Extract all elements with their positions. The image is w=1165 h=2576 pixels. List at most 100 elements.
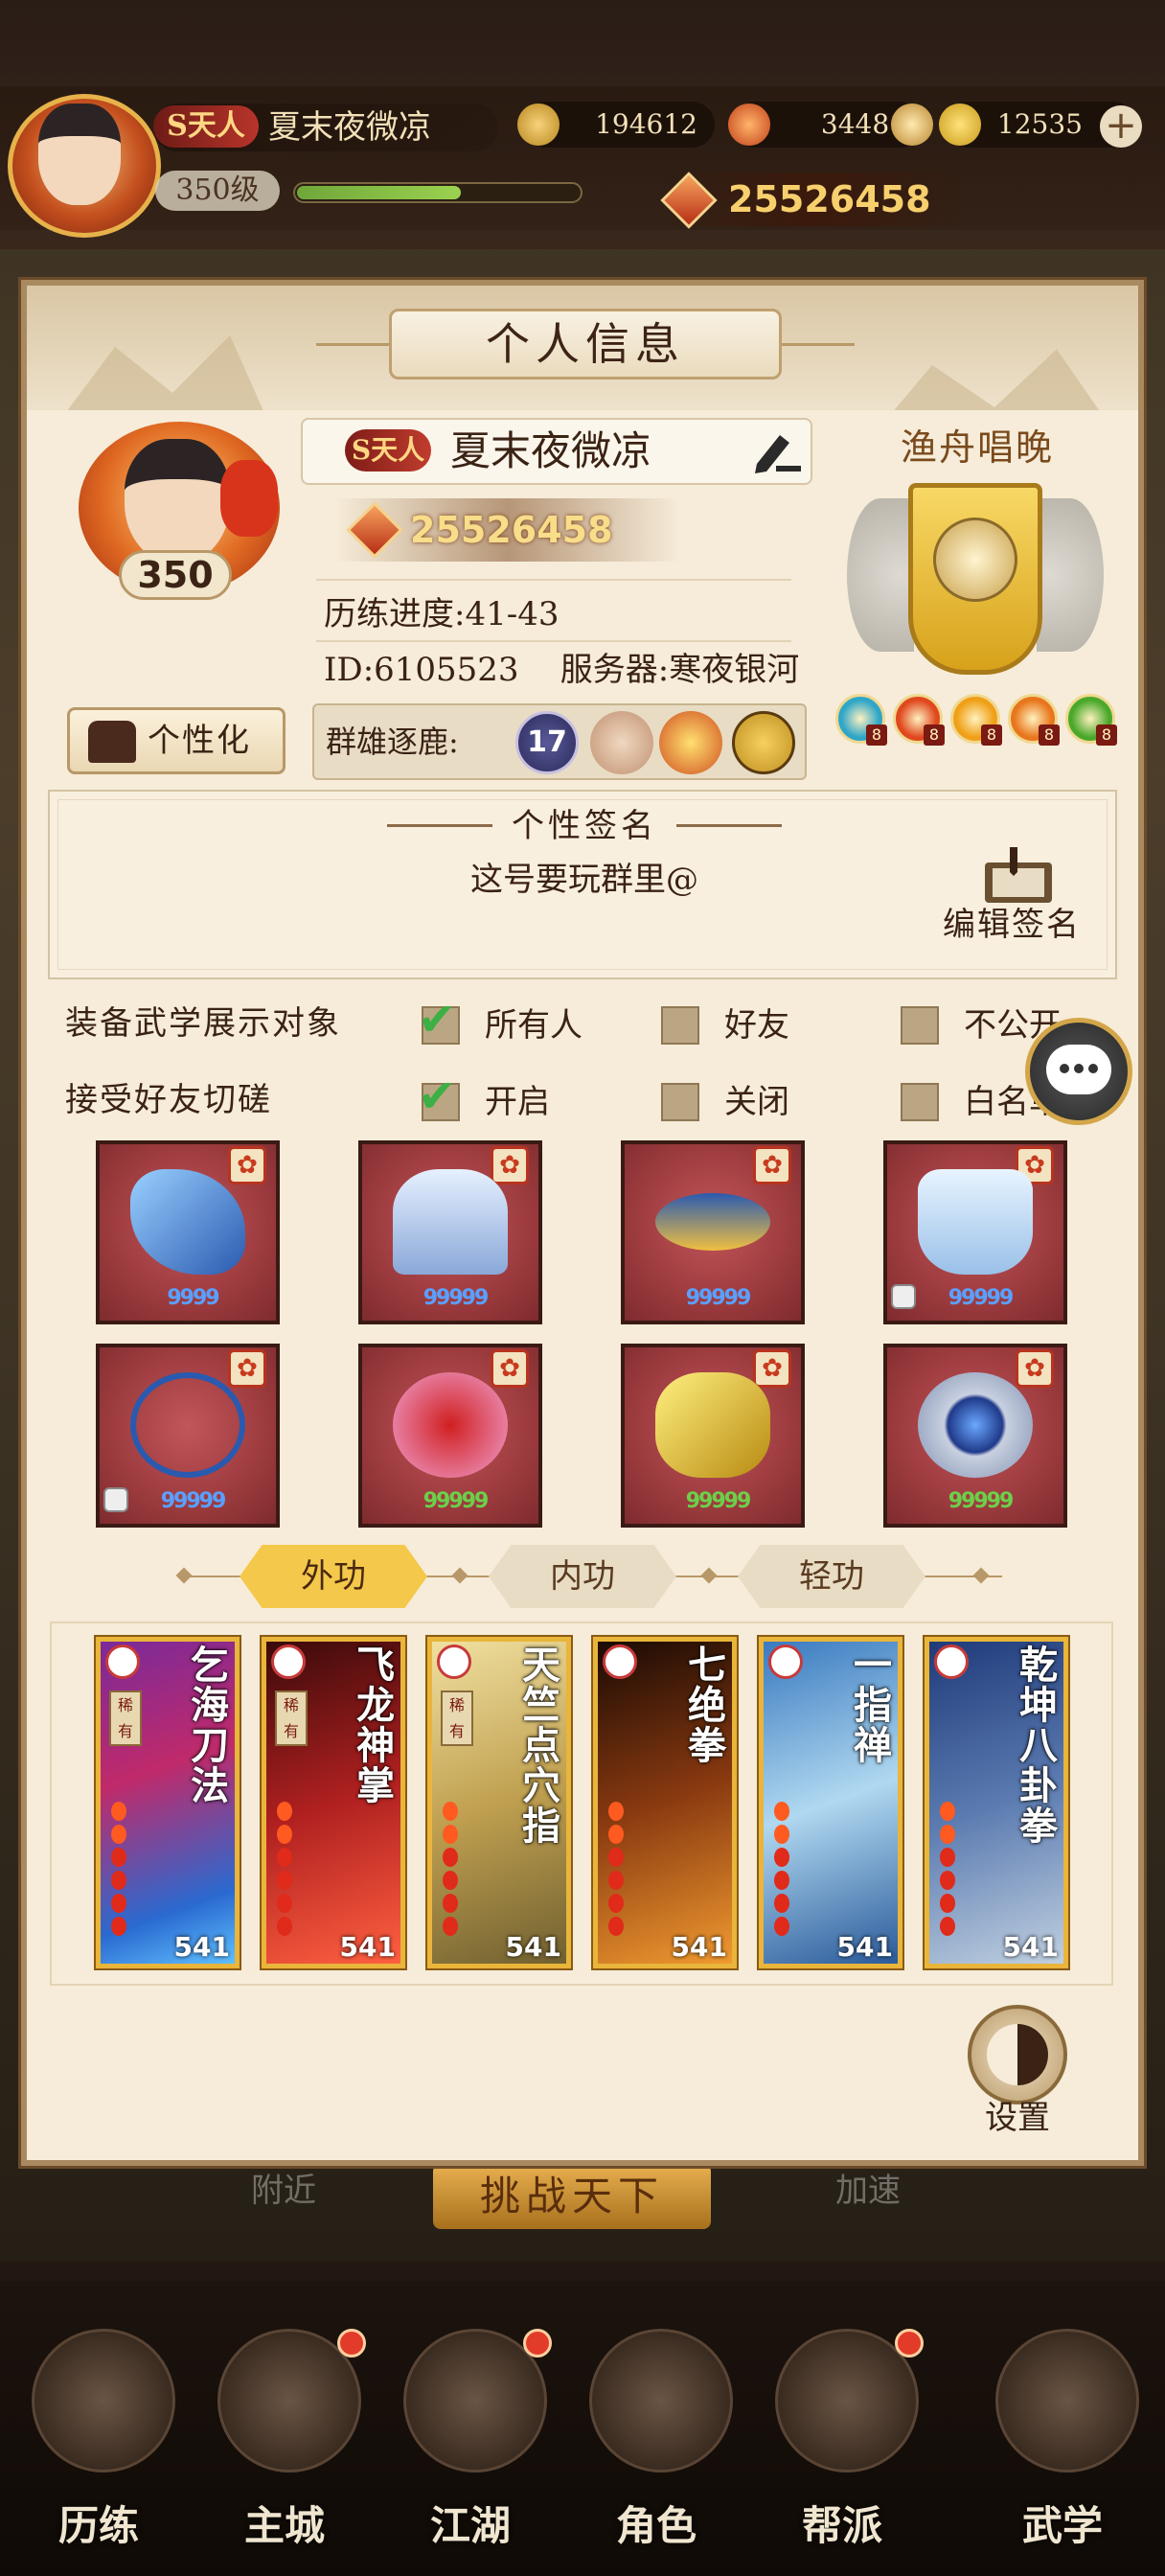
edit-signature-button[interactable]: 编辑签名 [943,899,1106,951]
enhance-level: 99999 [423,1286,490,1310]
skill-flame-icon [608,1917,624,1936]
rank-star-icon: ✿ [228,1146,266,1184]
ring-icon [918,1372,1033,1478]
skill-type-icon [105,1644,140,1679]
notification-dot [895,2329,924,2358]
skill-flame-icon [940,1917,955,1936]
skill-flame-icon [277,1802,292,1821]
enhance-level: 99999 [685,1489,752,1513]
nav-training[interactable]: 历练 [8,2319,190,2559]
hud-exp-fill [297,186,461,199]
signature-title: 个性签名 [512,807,657,845]
display-target-label: 装备武学展示对象 [65,1004,341,1043]
rank-star-icon: ✿ [491,1349,529,1388]
profile-power: 25526458 [410,509,613,551]
tab-lightness[interactable]: 轻功 [738,1545,925,1608]
yin-yang-icon [987,2024,1048,2085]
nav-guild[interactable]: 帮派 [751,2319,933,2559]
profile-avatar-face [125,439,230,564]
tab-internal[interactable]: 内功 [489,1545,676,1608]
skill-level: 541 [836,1931,893,1963]
jacket-icon [88,721,136,763]
divider [316,640,791,642]
nav-jianghu[interactable]: 江湖 [379,2319,561,2559]
gem-count: 8 [1096,724,1117,746]
lock-icon [891,1284,916,1309]
skill-flame-icon [111,1871,126,1890]
skill-flame-icon [277,1825,292,1844]
enhance-level: 99999 [948,1489,1015,1513]
lock-icon [103,1487,128,1512]
nav-martial-arts[interactable]: 武学 [971,2319,1154,2559]
necklace-icon [130,1372,245,1478]
copper-coin-icon [517,104,560,146]
rare-tag: 稀有 [441,1690,473,1746]
nav-label: 角色 [615,2502,697,2549]
title-ornament-left [316,343,393,346]
skill-name: 飞龙神掌 [350,1644,395,1806]
skill-flame-icon [608,1825,624,1844]
skill-flame-icon [111,1802,126,1821]
hud-rank-badge: S天人 [153,105,259,148]
gem-count: 8 [866,724,887,746]
belt-icon [655,1193,770,1251]
search-icon[interactable] [732,711,795,774]
option-label: 关闭 [724,1083,789,1121]
nearby-label[interactable]: 附近 [251,2164,366,2221]
skill-flame-icon [774,1894,789,1913]
rank-star-icon: ✿ [1016,1349,1054,1388]
check-icon: ✔ [418,1070,457,1123]
skill-flame-icon [443,1894,458,1913]
skill-flame-icon [111,1894,126,1913]
skill-flame-icon [940,1825,955,1844]
divider [316,579,791,581]
spirit-flame-icon [728,104,770,146]
option-checkbox[interactable] [661,1083,699,1121]
crossed-axes-badge-icon[interactable] [659,711,722,774]
dialog-title: 个人信息 [389,309,782,380]
nav-label: 帮派 [801,2502,882,2549]
chat-dot [1074,1064,1084,1073]
skill-flame-icon [774,1871,789,1890]
challenge-button[interactable]: 挑战天下 [433,2164,711,2229]
character-icon [589,2329,733,2472]
scroll-icon [995,2329,1139,2472]
nav-main-city[interactable]: 主城 [194,2319,376,2559]
nav-character[interactable]: 角色 [565,2319,747,2559]
speedup-label[interactable]: 加速 [835,2164,950,2221]
skill-name: 乞海刀法 [184,1644,229,1806]
skill-flame-icon [940,1802,955,1821]
cauldron-icon [891,104,933,146]
horse-emblem-icon [220,460,278,537]
skill-flame-icon [443,1871,458,1890]
skill-name: 天竺点穴指 [515,1644,560,1846]
spar-accept-label: 接受好友切磋 [65,1081,272,1119]
settings-label: 设置 [985,2099,1050,2137]
skill-flame-icon [111,1917,126,1936]
gem-count: 8 [981,724,1002,746]
guild-wing-right [1037,498,1104,652]
skill-level: 541 [1002,1931,1059,1963]
option-checkbox[interactable] [901,1006,939,1045]
bracer-icon [655,1372,770,1478]
skill-level: 541 [339,1931,396,1963]
rank-star-icon: ✿ [753,1146,791,1184]
hud-level: 350级 [155,171,280,211]
option-checkbox[interactable] [661,1006,699,1045]
skill-flame-icon [443,1917,458,1936]
option-checkbox[interactable] [901,1083,939,1121]
skill-flame-icon [774,1848,789,1867]
enhance-level: 9999 [167,1286,219,1310]
option-label: 好友 [724,1006,789,1045]
add-currency-button[interactable]: + [1100,105,1142,148]
edit-name-icon[interactable] [747,426,805,477]
tab-external[interactable]: 外功 [240,1545,427,1608]
enhance-level: 99999 [685,1286,752,1310]
arena-rank-badge[interactable]: 17 [515,711,579,774]
rank-star-icon: ✿ [228,1349,266,1388]
check-icon: ✔ [418,993,457,1046]
trident-badge-icon[interactable] [590,711,653,774]
enhance-level: 99999 [160,1489,227,1513]
option-label: 所有人 [485,1006,582,1045]
rank-star-icon: ✿ [753,1349,791,1388]
